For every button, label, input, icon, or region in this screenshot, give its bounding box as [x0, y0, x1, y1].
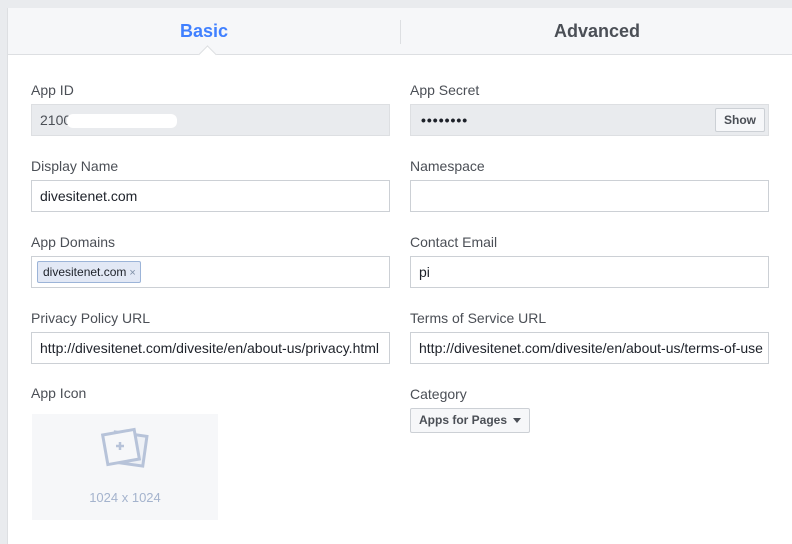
tab-advanced[interactable]: Advanced [401, 8, 792, 54]
app-id-label: App ID [31, 82, 74, 98]
app-id-field: 2100 [31, 104, 390, 136]
redaction-mask [67, 114, 178, 129]
terms-of-service-url-field[interactable]: http://divesitenet.com/divesite/en/about… [410, 332, 769, 364]
domain-token-label: divesitenet.com [43, 265, 127, 279]
app-domains-field[interactable]: divesitenet.com × [31, 256, 390, 288]
remove-token-icon[interactable]: × [129, 267, 135, 279]
app-settings-panel: Basic Advanced App ID 2100 App Secret ••… [7, 8, 792, 544]
chevron-down-icon [513, 418, 522, 424]
namespace-field[interactable] [410, 180, 769, 212]
app-domains-label: App Domains [31, 234, 116, 250]
contact-email-field[interactable]: pi [410, 256, 769, 288]
settings-tabs: Basic Advanced [8, 8, 792, 64]
app-secret-value: •••••••• [421, 112, 469, 128]
terms-of-service-url-label: Terms of Service URL [410, 310, 547, 326]
app-icon-upload[interactable]: 1024 x 1024 [32, 414, 218, 520]
app-secret-label: App Secret [410, 82, 480, 98]
domain-token: divesitenet.com × [37, 261, 141, 283]
add-image-icon [100, 427, 149, 468]
namespace-label: Namespace [410, 158, 485, 174]
display-name-field[interactable]: divesitenet.com [31, 180, 390, 212]
privacy-policy-url-field[interactable]: http://divesitenet.com/divesite/en/about… [31, 332, 390, 364]
privacy-policy-url-label: Privacy Policy URL [31, 310, 151, 326]
category-label: Category [410, 386, 467, 402]
contact-email-value: pi [419, 264, 430, 280]
category-dropdown[interactable]: Apps for Pages [410, 408, 530, 433]
category-value: Apps for Pages [419, 413, 508, 427]
show-secret-button[interactable]: Show [715, 108, 765, 132]
display-name-label: Display Name [31, 158, 119, 174]
icon-size-text: 1024 x 1024 [89, 490, 161, 505]
contact-email-label: Contact Email [410, 234, 498, 250]
app-icon-label: App Icon [31, 385, 87, 401]
